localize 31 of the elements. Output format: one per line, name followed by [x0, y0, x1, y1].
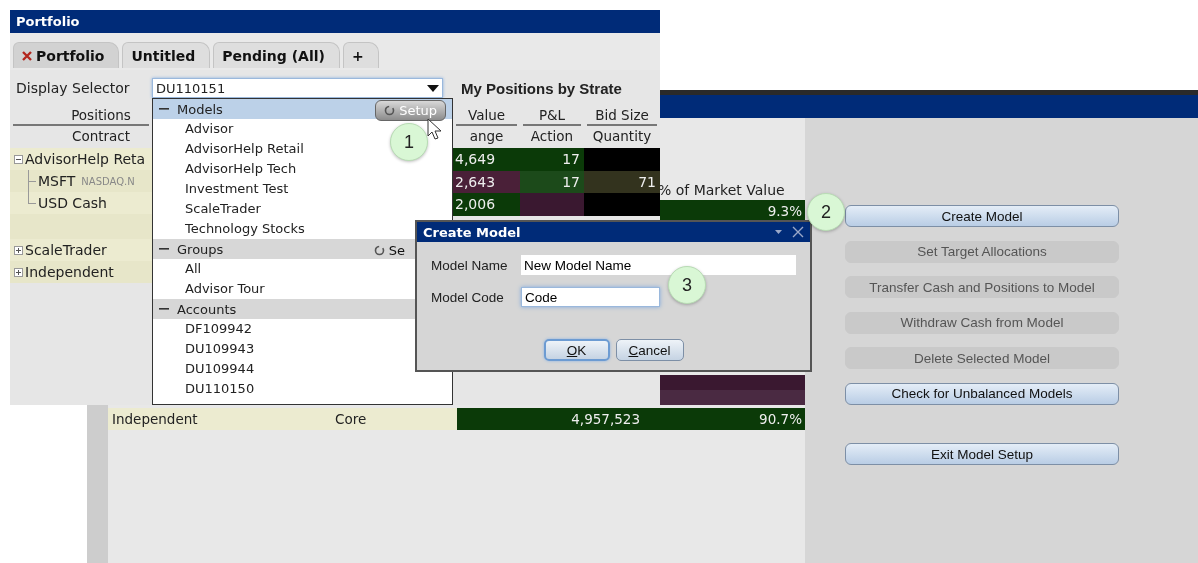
row-type: Core: [335, 410, 367, 429]
column-header: ange: [468, 127, 505, 146]
step-number-badge: 1: [390, 123, 428, 161]
table-cell: 2,006: [453, 193, 520, 216]
dialog-title: Create Model: [423, 224, 521, 240]
column-header: Contract: [70, 127, 132, 146]
column-header: Value: [456, 106, 517, 126]
section-title: Groups: [177, 241, 224, 257]
column-header: Bid Size: [587, 106, 657, 126]
table-cell: 71: [584, 170, 660, 193]
column-header: Positions: [13, 106, 149, 126]
table-cell: 17: [520, 170, 584, 193]
column-header: Action: [529, 127, 575, 146]
exchange-label: NASDAQ.N: [81, 175, 135, 187]
column-header: Quantity: [591, 127, 653, 146]
table-cell: 4,649: [453, 148, 520, 171]
window-title: Portfolio: [10, 10, 660, 33]
view-title: My Positions by Strate: [461, 79, 622, 97]
step-number-badge: 2: [807, 193, 845, 231]
market-value: 4,957,523: [570, 410, 641, 429]
table-cell: 17: [520, 148, 584, 171]
value-cell: 9.3%: [658, 200, 805, 222]
section-title: Accounts: [177, 301, 237, 317]
table-cell: 2,643: [453, 170, 520, 193]
field-label: Model Name: [431, 257, 509, 273]
row-name: Independent: [111, 410, 199, 429]
step-number-badge: 3: [668, 266, 706, 304]
section-title: Models: [177, 101, 223, 117]
percent-value: 90.7%: [758, 410, 803, 429]
display-selector-label: Display Selector: [16, 80, 131, 96]
column-header: P&L: [523, 106, 581, 126]
